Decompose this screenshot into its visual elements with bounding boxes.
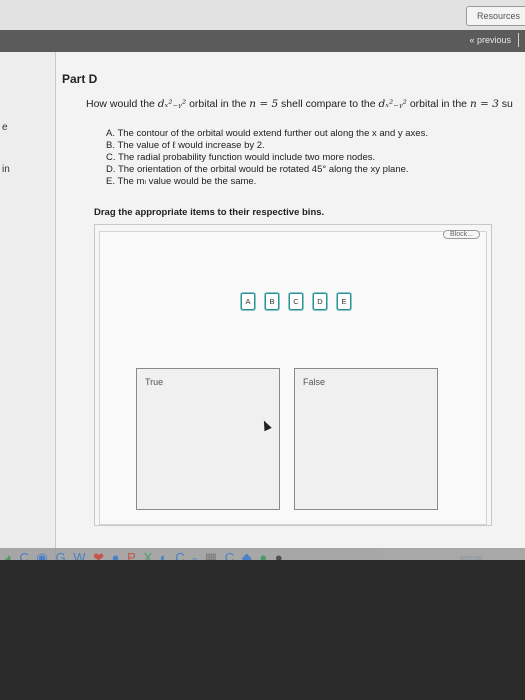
dock: ◕ C ◉ G W ❤ ● P X ◐ C ₒ ▦ C ◆ ● ● [0, 548, 525, 560]
drag-tile-a[interactable]: A [241, 293, 255, 310]
question-mid: orbital in the [186, 98, 250, 110]
question-suffix: su [498, 98, 513, 110]
option-e: E. The mₗ value would be the same. [106, 176, 257, 187]
excel-icon[interactable]: X [143, 550, 153, 560]
question-content: Part D How would the dₓ²₋ᵧ² orbital in t… [56, 52, 525, 560]
orbital-symbol: dₓ²₋ᵧ² [378, 98, 407, 110]
question-text: How would the dₓ²₋ᵧ² orbital in the n = … [86, 98, 513, 110]
left-panel-text: in [2, 164, 10, 175]
orbital-symbol: dₓ²₋ᵧ² [157, 98, 187, 110]
option-d: D. The orientation of the orbital would … [106, 164, 409, 175]
chrome-icon[interactable]: C [175, 550, 185, 560]
drag-drop-workspace: Block... A B C D E True False [94, 224, 492, 526]
app-icon[interactable]: ● [259, 550, 268, 560]
top-bar: Resources [0, 0, 525, 30]
chrome-icon[interactable]: ◉ [37, 550, 49, 560]
left-panel: e in [0, 52, 56, 560]
true-bin-label: True [145, 377, 164, 387]
chrome-icon[interactable]: C [225, 550, 235, 560]
chrome-icon[interactable]: ● [112, 550, 121, 560]
screen: Resources « previous e in Part D How wou… [0, 0, 525, 560]
drag-tile-e[interactable]: E [337, 293, 351, 310]
app-icon[interactable]: ● [275, 550, 284, 560]
word-icon[interactable]: W [73, 550, 86, 560]
chrome-icon[interactable]: ◕ [4, 550, 13, 560]
question-mid: orbital in the [406, 98, 470, 110]
app-icon[interactable]: ▦ [205, 550, 218, 560]
app-icon[interactable]: ₒ [192, 550, 198, 560]
drag-tile-c[interactable]: C [289, 293, 303, 310]
answer-options: A. The contour of the orbital would exte… [106, 128, 525, 188]
chrome-icon[interactable]: G [55, 550, 66, 560]
n-equals-5: n = 5 [249, 98, 279, 110]
question-mid: shell compare to the [278, 98, 379, 110]
option-b: B. The value of ℓ would increase by 2. [106, 140, 265, 151]
drag-tile-d[interactable]: D [313, 293, 327, 310]
false-bin[interactable]: False [294, 368, 438, 510]
chrome-icon[interactable]: C [19, 550, 29, 560]
previous-link[interactable]: « previous [469, 35, 511, 45]
app-icon[interactable]: ◆ [242, 550, 253, 560]
powerpoint-icon[interactable]: P [127, 550, 137, 560]
option-a: A. The contour of the orbital would exte… [106, 128, 428, 139]
dock-icons: ◕ C ◉ G W ❤ ● P X ◐ C ₒ ▦ C ◆ ● ● [4, 550, 286, 560]
n-equals-3: n = 3 [469, 98, 499, 110]
block-label: Block... [443, 230, 480, 239]
instructions: Drag the appropriate items to their resp… [94, 207, 325, 218]
question-prefix: How would the [86, 98, 158, 110]
resources-button[interactable]: Resources [465, 6, 525, 26]
true-bin[interactable]: True [136, 368, 280, 510]
nav-bar: « previous [0, 30, 525, 52]
chrome-icon[interactable]: ◐ [160, 550, 169, 560]
nav-divider [518, 33, 519, 47]
app-icon[interactable]: ❤ [93, 550, 105, 560]
left-panel-text: e [2, 122, 8, 133]
workspace-inner: Block... A B C D E True False [99, 230, 487, 525]
option-c: C. The radial probability function would… [106, 152, 376, 163]
part-title: Part D [62, 72, 98, 86]
drag-tile-b[interactable]: B [265, 293, 279, 310]
false-bin-label: False [303, 377, 326, 387]
